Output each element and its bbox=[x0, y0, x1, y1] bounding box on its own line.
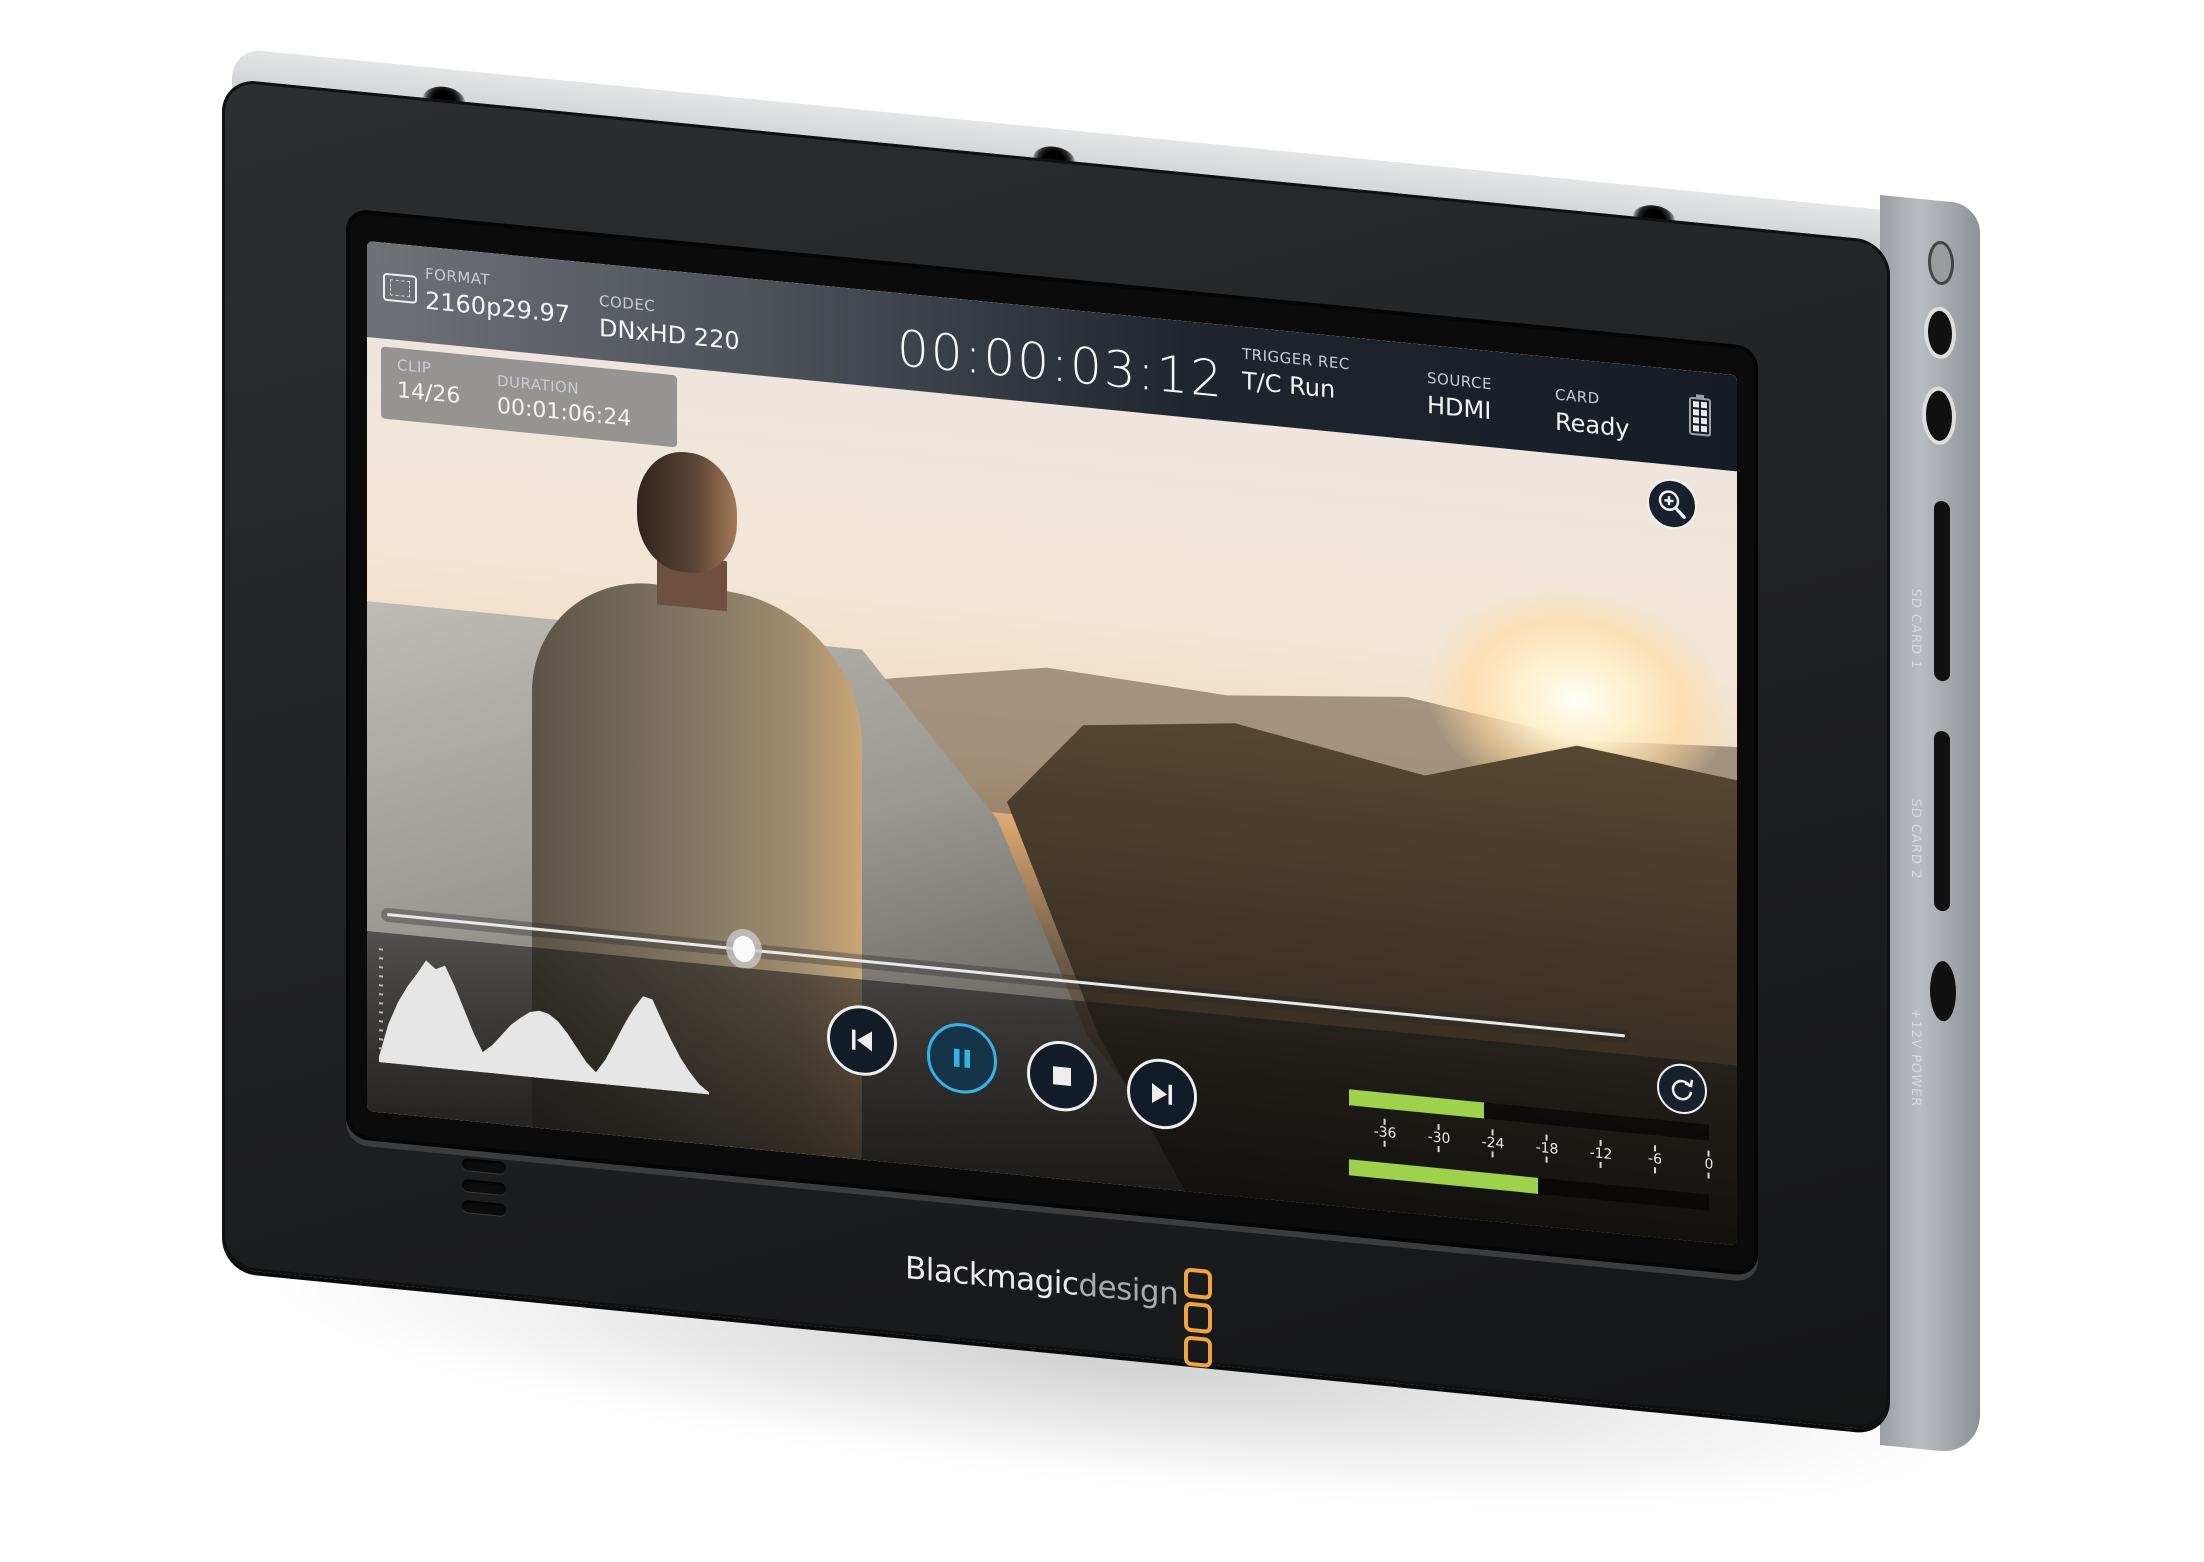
histogram-scale-tick bbox=[379, 948, 383, 951]
next-clip-button[interactable] bbox=[1127, 1055, 1197, 1133]
histogram-area bbox=[379, 960, 709, 1095]
histogram bbox=[379, 948, 709, 1095]
format-field[interactable]: FORMAT 2160p29.97 bbox=[425, 265, 570, 329]
clip-value: 14/26 bbox=[397, 377, 461, 410]
battery-cell bbox=[1701, 401, 1707, 409]
battery-cell bbox=[1701, 425, 1707, 433]
stop-button[interactable] bbox=[1027, 1037, 1097, 1115]
clip-label: CLIP bbox=[397, 355, 432, 378]
histogram-scale-tick bbox=[379, 1020, 383, 1023]
touch-screen[interactable]: FORMAT 2160p29.97 CODEC DNxHD 220 00:00:… bbox=[367, 241, 1737, 1246]
speaker-grille bbox=[462, 1157, 506, 1232]
skip-back-icon bbox=[852, 1029, 872, 1052]
meter-tick: -36 bbox=[1374, 1118, 1397, 1148]
brand-wordmark-bold: Blackmagic bbox=[905, 1250, 1079, 1304]
sd-card-slot-2[interactable] bbox=[1934, 730, 1950, 912]
skip-forward-icon bbox=[1152, 1082, 1172, 1105]
source-label: SOURCE bbox=[1427, 368, 1492, 394]
device-side-panel: SD CARD 1 SD CARD 2 +12V POWER bbox=[1880, 195, 1980, 1455]
histogram-scale-tick bbox=[379, 984, 383, 987]
frame-guide-icon[interactable] bbox=[383, 272, 417, 304]
meter-tick: -12 bbox=[1590, 1139, 1613, 1169]
brand-mark-icon bbox=[1184, 1267, 1213, 1372]
meter-tick: -30 bbox=[1428, 1123, 1451, 1153]
battery-cell bbox=[1693, 417, 1699, 424]
battery-cell bbox=[1701, 409, 1707, 417]
battery-cell bbox=[1701, 417, 1707, 425]
histogram-scale-tick bbox=[379, 1038, 383, 1041]
pause-icon bbox=[954, 1048, 970, 1069]
source-field[interactable]: SOURCE HDMI bbox=[1427, 369, 1492, 425]
histogram-scale-tick bbox=[379, 1047, 383, 1050]
meter-tick: 0 bbox=[1705, 1150, 1714, 1179]
meter-tick: -18 bbox=[1536, 1134, 1559, 1164]
trigger-rec-value: T/C Run bbox=[1242, 366, 1336, 404]
sd-card-slot-1[interactable] bbox=[1934, 500, 1950, 682]
card-value: Ready bbox=[1555, 407, 1630, 443]
histogram-scale-tick bbox=[379, 1011, 383, 1014]
histogram-scale-tick bbox=[379, 1029, 383, 1032]
loop-button[interactable] bbox=[1657, 1061, 1707, 1117]
audio-level-ch1 bbox=[1349, 1089, 1484, 1119]
audio-jack-1[interactable] bbox=[1928, 309, 1952, 357]
audio-jack-2[interactable] bbox=[1926, 389, 1952, 443]
battery-cell bbox=[1693, 425, 1699, 432]
histogram-scale-tick bbox=[379, 1002, 383, 1005]
sd-card-2-label: SD CARD 2 bbox=[1908, 797, 1923, 881]
histogram-scale-tick bbox=[379, 966, 383, 969]
video-assist-monitor: SD CARD 1 SD CARD 2 +12V POWER Blackmagi… bbox=[0, 0, 2204, 1536]
card-field[interactable]: CARD Ready bbox=[1555, 385, 1630, 442]
meter-tick: -24 bbox=[1482, 1128, 1505, 1158]
meter-tick: -6 bbox=[1648, 1145, 1662, 1174]
power-port[interactable] bbox=[1930, 959, 1956, 1023]
source-value: HDMI bbox=[1427, 390, 1492, 426]
brand-wordmark-light: design bbox=[1078, 1267, 1179, 1313]
sd-card-1-label: SD CARD 1 bbox=[1908, 587, 1923, 671]
audio-meters: -36 -30 -24 -18 -12 -6 0 bbox=[1349, 1089, 1713, 1224]
battery-cell bbox=[1693, 401, 1699, 408]
zoom-in-icon bbox=[1658, 490, 1686, 519]
power-label: +12V POWER bbox=[1908, 1007, 1923, 1108]
loop-icon bbox=[1671, 1079, 1694, 1101]
card-label: CARD bbox=[1555, 385, 1600, 408]
clip-field: CLIP 14/26 bbox=[397, 356, 460, 409]
battery-icon bbox=[1689, 396, 1711, 437]
codec-field[interactable]: CODEC DNxHD 220 bbox=[599, 292, 740, 356]
histogram-scale-tick bbox=[379, 957, 383, 960]
histogram-scale-tick bbox=[379, 993, 383, 996]
histogram-scale-tick bbox=[379, 975, 383, 978]
previous-clip-button[interactable] bbox=[827, 1002, 897, 1079]
battery-cell bbox=[1693, 409, 1699, 416]
stop-icon bbox=[1053, 1066, 1071, 1087]
trigger-rec-field[interactable]: TRIGGER REC T/C Run bbox=[1242, 345, 1350, 406]
headphone-jack[interactable] bbox=[1928, 239, 1954, 287]
duration-field: DURATION 00:01:06:24 bbox=[497, 372, 631, 432]
pause-button[interactable] bbox=[927, 1019, 997, 1097]
